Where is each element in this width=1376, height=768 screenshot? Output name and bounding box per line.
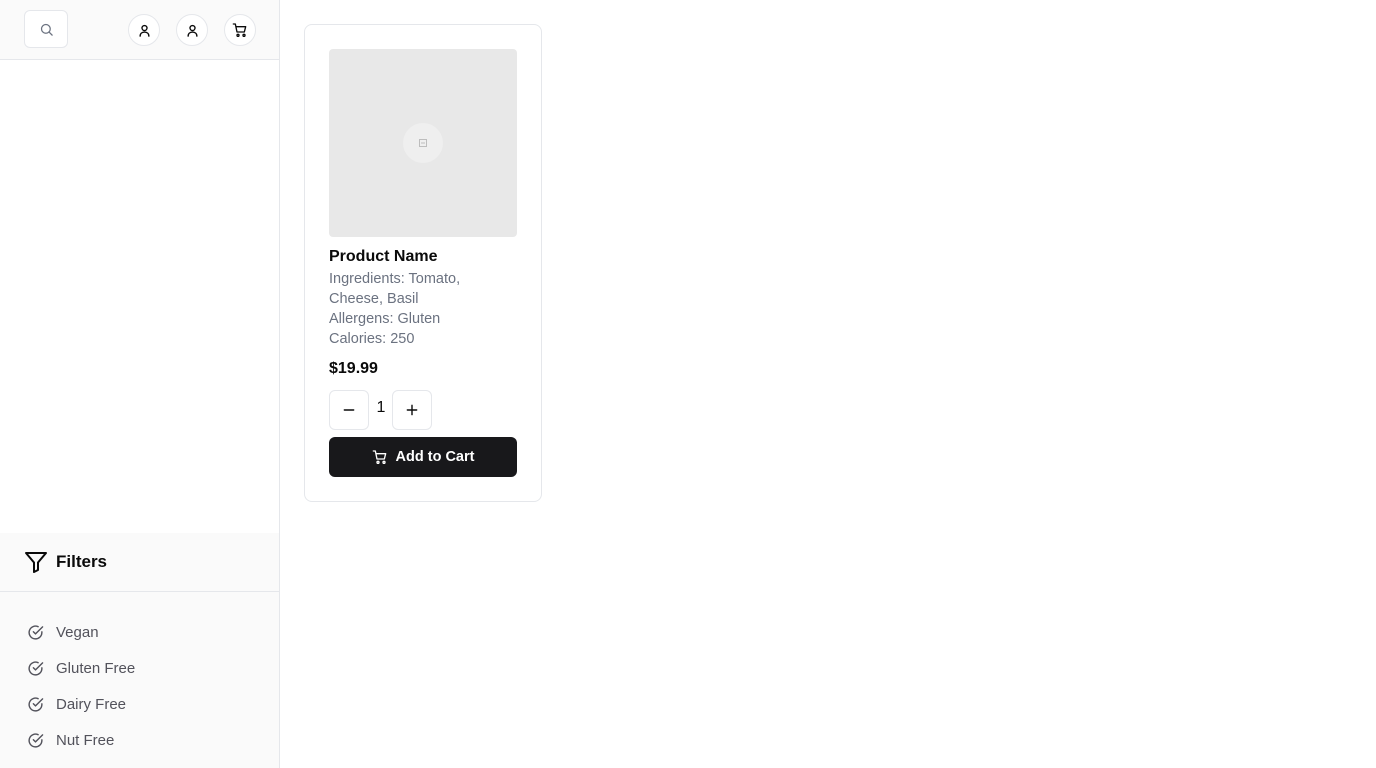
product-ingredients: Ingredients: Tomato, Cheese, Basil: [329, 271, 461, 307]
decrease-quantity-button[interactable]: [329, 390, 369, 430]
search-icon: [40, 23, 53, 36]
cart-icon: [372, 450, 386, 464]
profile-button[interactable]: [176, 14, 208, 46]
filter-vegan[interactable]: Vegan: [0, 614, 279, 650]
filter-label: Dairy Free: [56, 695, 127, 713]
top-bar: [0, 0, 279, 60]
product-details: Ingredients: Tomato, Cheese, Basil Aller…: [329, 269, 517, 349]
check-circle-icon: [28, 696, 44, 712]
check-circle-icon: [28, 660, 44, 676]
account-button[interactable]: [128, 14, 160, 46]
product-allergens: Allergens: Gluten: [329, 311, 441, 327]
filters-title: Filters: [56, 552, 108, 571]
product-name: Product Name: [329, 248, 438, 265]
filter-dairy-free[interactable]: Dairy Free: [0, 686, 279, 722]
filter-gluten-free[interactable]: Gluten Free: [0, 650, 279, 686]
filters-panel: Filters Vegan Gluten Free Dairy Free Nut…: [0, 533, 279, 768]
add-to-cart-label: Add to Cart: [395, 449, 475, 465]
search-button[interactable]: [24, 10, 68, 48]
filter-list: Vegan Gluten Free Dairy Free Nut Free: [0, 592, 279, 758]
filters-header: Filters: [0, 533, 279, 592]
product-image-placeholder: [329, 49, 517, 237]
increase-quantity-button[interactable]: [392, 390, 432, 430]
check-circle-icon: [28, 624, 44, 640]
sidebar: Filters Vegan Gluten Free Dairy Free Nut…: [0, 0, 280, 768]
filter-label: Gluten Free: [56, 659, 136, 677]
quantity-value: 1: [376, 399, 386, 416]
filter-icon: [25, 552, 47, 573]
product-card: Product Name Ingredients: Tomato, Cheese…: [304, 24, 542, 502]
minus-icon: [343, 409, 355, 411]
add-to-cart-button[interactable]: Add to Cart: [329, 437, 517, 477]
filter-nut-free[interactable]: Nut Free: [0, 722, 279, 758]
user-icon: [138, 24, 150, 37]
cart-button[interactable]: [224, 14, 256, 46]
check-circle-icon: [28, 732, 44, 748]
plus-icon: [406, 404, 418, 416]
filter-label: Nut Free: [56, 731, 115, 749]
cart-icon: [232, 23, 247, 37]
filter-label: Vegan: [56, 623, 99, 641]
user-icon: [186, 24, 198, 37]
product-price: $19.99: [329, 360, 378, 377]
image-placeholder-icon: [403, 123, 443, 163]
product-calories: Calories: 250: [329, 331, 415, 347]
